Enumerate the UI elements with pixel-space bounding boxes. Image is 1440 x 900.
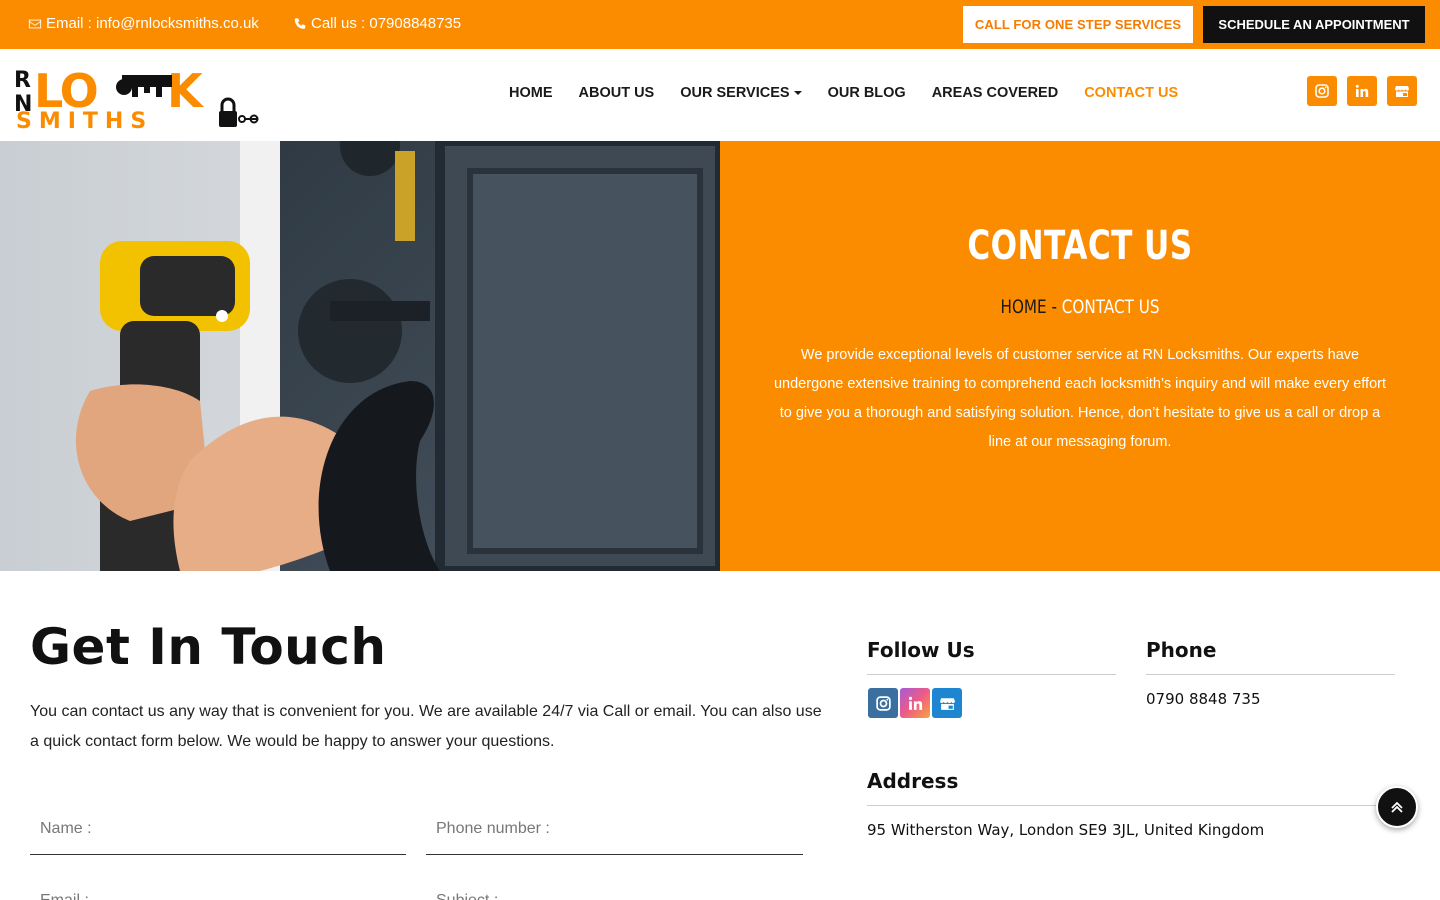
top-phone-text: Call us : 07908848735 bbox=[311, 15, 462, 32]
nav-services-label: OUR SERVICES bbox=[680, 85, 790, 101]
hero-image bbox=[0, 141, 720, 571]
google-business-icon bbox=[939, 697, 955, 710]
double-chevron-up-icon bbox=[1391, 801, 1403, 813]
breadcrumb-current: CONTACT US bbox=[1061, 296, 1160, 318]
get-in-touch-title: Get In Touch bbox=[30, 618, 387, 676]
page-title: CONTACT US bbox=[967, 223, 1193, 269]
subject-input[interactable] bbox=[426, 875, 803, 900]
google-business-icon bbox=[1395, 86, 1409, 97]
breadcrumb: HOME - CONTACT US bbox=[792, 296, 1368, 318]
call-one-step-button[interactable]: CALL FOR ONE STEP SERVICES bbox=[963, 6, 1193, 43]
hero-description: We provide exceptional levels of custome… bbox=[773, 347, 1387, 450]
top-bar: Email : info@rnlocksmiths.co.uk Call us … bbox=[0, 0, 1440, 49]
instagram-icon bbox=[1315, 84, 1329, 98]
logo-graphic: R N LO K SMITHS bbox=[14, 64, 259, 134]
main-header: R N LO K SMITHS HOME ABOUT US OUR SERVIC… bbox=[0, 49, 1440, 141]
site-logo[interactable]: R N LO K SMITHS bbox=[14, 61, 260, 134]
nav-home[interactable]: HOME bbox=[509, 85, 553, 101]
phone-number-link[interactable]: 0790 8848 735 bbox=[1146, 690, 1261, 708]
phone-input[interactable] bbox=[426, 803, 803, 854]
phone-heading: Phone bbox=[1146, 638, 1217, 662]
nav-blog[interactable]: OUR BLOG bbox=[828, 85, 906, 101]
email-field-wrap bbox=[30, 875, 406, 900]
hero-panel: CONTACT US HOME - CONTACT US We provide … bbox=[720, 141, 1440, 571]
phone-icon bbox=[294, 17, 306, 29]
phone-field-wrap bbox=[426, 803, 803, 855]
nav-services[interactable]: OUR SERVICES bbox=[680, 85, 802, 101]
top-phone-link[interactable]: Call us : 07908848735 bbox=[293, 15, 461, 32]
linkedin-icon bbox=[1355, 84, 1369, 97]
address-divider bbox=[867, 805, 1395, 806]
breadcrumb-home[interactable]: HOME bbox=[1001, 296, 1047, 318]
nav-contact[interactable]: CONTACT US bbox=[1084, 85, 1178, 101]
caret-down-icon bbox=[793, 91, 802, 95]
header-google-business-button[interactable] bbox=[1387, 76, 1417, 106]
get-in-touch-intro: You can contact us any way that is conve… bbox=[30, 703, 822, 750]
nav-about[interactable]: ABOUT US bbox=[579, 85, 655, 101]
name-field-wrap bbox=[30, 803, 406, 855]
address-heading: Address bbox=[867, 769, 959, 793]
follow-instagram-button[interactable] bbox=[868, 688, 898, 718]
name-input[interactable] bbox=[30, 803, 406, 854]
schedule-appointment-button[interactable]: SCHEDULE AN APPOINTMENT bbox=[1203, 6, 1425, 43]
svg-text:R: R bbox=[14, 68, 31, 93]
follow-us-heading: Follow Us bbox=[867, 638, 975, 662]
follow-divider bbox=[867, 674, 1116, 675]
locksmith-photo bbox=[0, 141, 720, 571]
svg-text:SMITHS: SMITHS bbox=[16, 109, 153, 131]
header-instagram-button[interactable] bbox=[1307, 76, 1337, 106]
phone-divider bbox=[1146, 674, 1395, 675]
breadcrumb-separator: - bbox=[1051, 296, 1057, 318]
email-input[interactable] bbox=[30, 875, 406, 900]
scroll-to-top-button[interactable] bbox=[1376, 786, 1418, 828]
top-email-text: Email : info@rnlocksmiths.co.uk bbox=[46, 15, 259, 32]
follow-linkedin-button[interactable] bbox=[900, 688, 930, 718]
svg-text:K: K bbox=[167, 64, 205, 118]
follow-google-business-button[interactable] bbox=[932, 688, 962, 718]
main-nav: HOME ABOUT US OUR SERVICES OUR BLOG AREA… bbox=[509, 85, 1204, 101]
instagram-icon bbox=[875, 695, 891, 711]
header-linkedin-button[interactable] bbox=[1347, 76, 1377, 106]
subject-field-wrap bbox=[426, 875, 803, 900]
linkedin-icon bbox=[908, 696, 922, 710]
nav-areas[interactable]: AREAS COVERED bbox=[932, 85, 1059, 101]
address-text: 95 Witherston Way, London SE9 3JL, Unite… bbox=[867, 821, 1265, 839]
top-email-link[interactable]: Email : info@rnlocksmiths.co.uk bbox=[28, 15, 259, 32]
envelope-icon bbox=[28, 19, 42, 28]
